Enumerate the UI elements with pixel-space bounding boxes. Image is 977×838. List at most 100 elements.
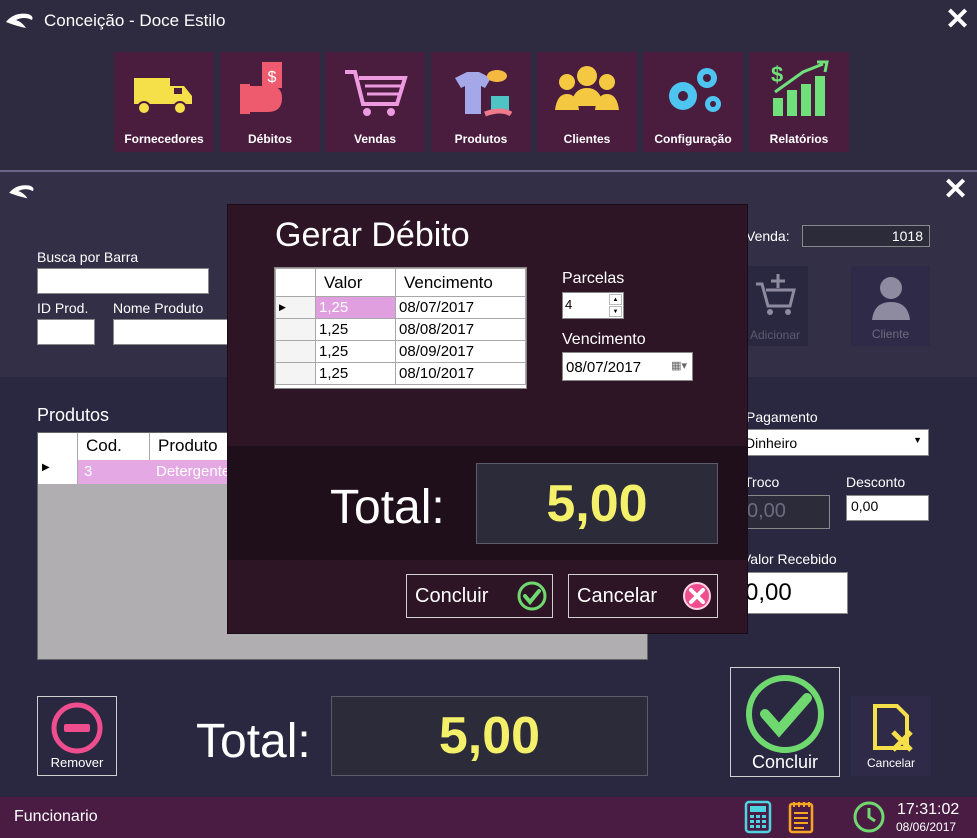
- calculator-icon[interactable]: [744, 800, 772, 834]
- nav-button-clientes[interactable]: Clientes: [537, 52, 637, 152]
- valor-cell: 1,25: [315, 296, 396, 319]
- nav-button-produtos[interactable]: Produtos: [431, 52, 531, 152]
- check-circle-icon: [517, 581, 547, 611]
- vencimento-value: 08/07/2017: [566, 359, 642, 376]
- row-header-cell: [275, 340, 316, 363]
- document-cancel-icon: [873, 704, 913, 752]
- user-name: Funcionario: [14, 808, 98, 825]
- valor-recebido-input[interactable]: 0,00: [740, 572, 848, 614]
- desconto-input[interactable]: 0,00: [846, 495, 929, 521]
- busca-barra-input[interactable]: [37, 268, 209, 294]
- valor-cell: 1,25: [315, 362, 396, 385]
- valor-cell: 1,25: [315, 318, 396, 341]
- pagamento-value: Dinheiro: [745, 435, 798, 451]
- nome-produto-input[interactable]: [113, 319, 233, 345]
- nav-button-debitos[interactable]: $ Débitos: [220, 52, 320, 152]
- vencimento-label: Vencimento: [562, 331, 646, 348]
- clothes-icon: [455, 70, 513, 117]
- id-prod-label: ID Prod.: [37, 300, 89, 316]
- close-app-icon[interactable]: ✕: [945, 5, 970, 35]
- vencimento-cell: 08/09/2017: [395, 340, 526, 363]
- cart-plus-icon: [756, 274, 796, 315]
- client-avatar-icon: [871, 277, 910, 320]
- pagamento-select[interactable]: Dinheiro ▼: [740, 429, 929, 456]
- dialog-concluir-button[interactable]: Concluir: [406, 574, 553, 618]
- venda-number-field: 1018: [802, 225, 930, 247]
- valor-recebido-label: Valor Recebido: [742, 551, 837, 567]
- produtos-label: Produtos: [37, 405, 110, 425]
- nav-label: Débitos: [247, 132, 292, 146]
- window-title: Conceição - Doce Estilo: [44, 11, 226, 30]
- busca-label: Busca por Barra: [37, 249, 139, 265]
- truck-icon: [134, 78, 192, 115]
- notepad-icon[interactable]: [788, 800, 814, 834]
- nav-label: Clientes: [563, 132, 611, 146]
- nav-button-vendas[interactable]: Vendas: [325, 52, 425, 152]
- nav-label: Relatórios: [769, 132, 829, 146]
- chart-growth-icon: $: [771, 60, 829, 116]
- status-time: 17:31:02: [897, 801, 960, 818]
- pagamento-label: Pagamento: [746, 409, 818, 425]
- cliente-button[interactable]: Cliente: [851, 266, 930, 346]
- row-header-cell: ▶: [275, 296, 316, 319]
- adicionar-button[interactable]: Adicionar: [742, 266, 808, 346]
- remover-button[interactable]: Remover: [37, 696, 117, 776]
- dialog-cancelar-button[interactable]: Cancelar: [568, 574, 718, 618]
- cod-column-header: Cod.: [78, 433, 150, 460]
- parcelas-value: 4: [565, 297, 573, 312]
- dialog-title: Gerar Débito: [275, 216, 470, 254]
- vencimento-column-header: Vencimento: [395, 268, 526, 297]
- dialog-cancelar-label: Cancelar: [577, 584, 658, 607]
- sale-total-value: 5,00: [331, 696, 648, 776]
- venda-label: Venda:: [746, 228, 790, 244]
- table-row[interactable]: 1,25 08/08/2017: [275, 318, 526, 341]
- row-header-cell: [275, 318, 316, 341]
- table-row[interactable]: ▶ 1,25 08/07/2017: [275, 296, 526, 319]
- close-sale-icon[interactable]: ✕: [943, 175, 968, 205]
- dialog-total-label: Total:: [330, 481, 445, 534]
- parcelas-stepper[interactable]: 4 ▲ ▼: [562, 292, 624, 319]
- close-circle-icon: [683, 582, 711, 610]
- row-header-cell: [275, 362, 316, 385]
- nav-button-fornecedores[interactable]: Fornecedores: [114, 52, 214, 152]
- shopping-cart-icon: [345, 70, 408, 116]
- nav-label: Configuração: [654, 132, 732, 146]
- remove-minus-icon: [51, 702, 103, 754]
- parcelas-grid[interactable]: Valor Vencimento ▶ 1,25 08/07/2017 1,25 08/0…: [274, 267, 527, 389]
- nav-label: Vendas: [353, 132, 397, 146]
- users-icon: [555, 66, 619, 110]
- valor-column-header: Valor: [315, 268, 396, 297]
- nav-button-configuracao[interactable]: Configuração: [643, 52, 743, 152]
- nav-label: Fornecedores: [124, 132, 204, 146]
- status-date: 08/06/2017: [896, 820, 957, 834]
- cancelar-sale-label: Cancelar: [866, 756, 916, 770]
- dialog-concluir-label: Concluir: [415, 584, 489, 607]
- sale-total-label: Total:: [196, 715, 311, 768]
- child-logo-icon: [9, 185, 34, 199]
- cliente-label: Cliente: [871, 327, 910, 341]
- id-prod-input[interactable]: [37, 319, 95, 345]
- nav-button-relatorios[interactable]: $ Relatórios: [749, 52, 849, 152]
- stepper-up-icon[interactable]: ▲: [609, 294, 622, 305]
- svg-text:$: $: [268, 69, 277, 86]
- remover-label: Remover: [50, 755, 104, 770]
- table-row[interactable]: 1,25 08/09/2017: [275, 340, 526, 363]
- nome-produto-label: Nome Produto: [113, 300, 204, 316]
- nav-label: Produtos: [454, 132, 508, 146]
- concluir-sale-label: Concluir: [751, 752, 819, 772]
- troco-label: Troco: [744, 474, 780, 490]
- stepper-down-icon[interactable]: ▼: [609, 306, 622, 317]
- app-logo-icon: [6, 13, 33, 28]
- calendar-dropdown-icon[interactable]: ▦▾: [671, 359, 687, 372]
- row-cod: 3: [84, 463, 93, 480]
- concluir-sale-button[interactable]: Concluir: [730, 667, 840, 777]
- adicionar-label: Adicionar: [749, 328, 801, 342]
- check-circle-icon: [746, 675, 824, 753]
- vencimento-cell: 08/07/2017: [395, 296, 526, 319]
- table-row[interactable]: 1,25 08/10/2017: [275, 362, 526, 385]
- row-pointer-icon: ▶: [38, 460, 78, 484]
- vencimento-datepicker[interactable]: 08/07/2017 ▦▾: [562, 352, 693, 381]
- status-bar: [0, 797, 977, 838]
- cancelar-sale-button[interactable]: Cancelar: [851, 696, 931, 776]
- parcelas-grid-header: Valor Vencimento: [275, 268, 526, 297]
